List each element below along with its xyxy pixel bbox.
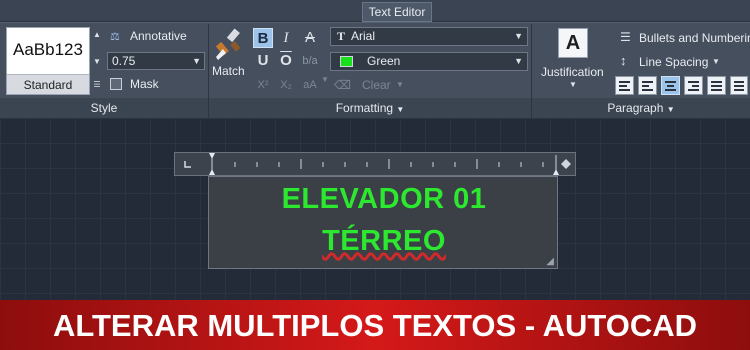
truetype-font-icon: T [337,29,346,43]
align-left-button[interactable] [638,76,657,95]
clear-button[interactable]: Clear [362,78,391,92]
paragraph-title-text: Paragraph [607,101,664,115]
chevron-down-icon: ▼ [396,105,405,114]
ruler-ticks [184,153,571,175]
annotative-toggle[interactable]: Annotative [130,29,187,43]
chevron-down-icon: ▼ [666,105,675,114]
justification-button[interactable]: Justification [541,65,604,79]
superscript-icon[interactable]: X² [253,75,273,95]
gallery-scroll-up-icon[interactable]: ▲ [92,30,102,39]
line-spacing-icon: ↕ [620,53,627,68]
title-banner: ALTERAR MULTIPLOS TEXTOS - AUTOCAD [0,300,750,350]
formatting-title-text: Formatting [335,101,394,115]
bold-button[interactable]: B [253,28,273,48]
font-name: Arial [351,29,376,43]
overline-button[interactable]: O [276,51,296,71]
match-button[interactable]: Match [212,64,245,78]
match-paintbrush-icon[interactable] [214,27,246,61]
color-combo[interactable]: Green ▼ [330,52,528,71]
mtext-ruler[interactable] [174,152,576,176]
style-preview-text: AaBb123 [13,40,83,59]
bullets-numbering-button[interactable]: Bullets and Numbering [639,31,750,45]
text-line-2[interactable]: TÉRREO [209,225,559,258]
chevron-down-icon: ▼ [396,80,404,89]
font-combo[interactable]: T Arial ▼ [330,27,528,46]
gallery-expand-icon[interactable]: ☰ [92,80,102,89]
mask-button[interactable]: Mask [130,77,159,91]
strikethrough-button[interactable]: A [300,28,320,48]
style-name-label: Standard [7,74,89,94]
eraser-icon[interactable]: ⌫ [334,78,354,94]
subscript-icon[interactable]: X₂ [276,75,296,95]
chevron-down-icon: ▼ [321,75,329,84]
justification-icon[interactable]: A [558,28,588,58]
paragraph-panel-title[interactable]: Paragraph ▼ [532,98,750,118]
banner-title: ALTERAR MULTIPLOS TEXTOS - AUTOCAD [52,308,698,343]
bullets-icon: ☰ [620,30,631,44]
mtext-editor[interactable]: ELEVADOR 01 TÉRREO ◢ [208,176,558,269]
formatting-panel-title[interactable]: Formatting ▼ [209,98,531,118]
text-line-2-content: TÉRREO [322,225,446,257]
stack-icon[interactable]: b/a [300,51,320,71]
text-line-1[interactable]: ELEVADOR 01 [209,183,559,216]
tab-text-editor[interactable]: Text Editor [362,2,432,22]
paragraph-settings-button[interactable] [615,76,634,95]
mask-icon [110,78,122,90]
color-name: Green [367,54,401,68]
align-right-button[interactable] [684,76,703,95]
justify-button[interactable] [707,76,726,95]
gallery-scroll-down-icon[interactable]: ▼ [92,57,102,66]
style-panel-title: Style [0,98,208,118]
distribute-button[interactable] [730,76,748,95]
chevron-down-icon: ▼ [712,57,720,66]
style-gallery-item[interactable]: AaBb123 Standard [6,27,90,95]
color-swatch [340,56,353,67]
italic-button[interactable]: I [276,28,296,48]
underline-button[interactable]: U [253,51,273,71]
text-height-value: 0.75 [112,54,136,68]
chevron-down-icon: ▼ [569,80,577,89]
chevron-down-icon: ▼ [514,31,523,41]
line-spacing-button[interactable]: Line Spacing [639,55,708,69]
annotative-icon: ⚖ [110,31,120,43]
align-center-button[interactable] [661,76,680,95]
chevron-down-icon: ▼ [514,56,523,66]
change-case-icon[interactable]: aA [300,75,320,95]
chevron-down-icon: ▼ [192,56,201,66]
text-height-combo[interactable]: 0.75 ▼ [107,52,205,70]
resize-grip-icon[interactable]: ◢ [546,256,554,267]
